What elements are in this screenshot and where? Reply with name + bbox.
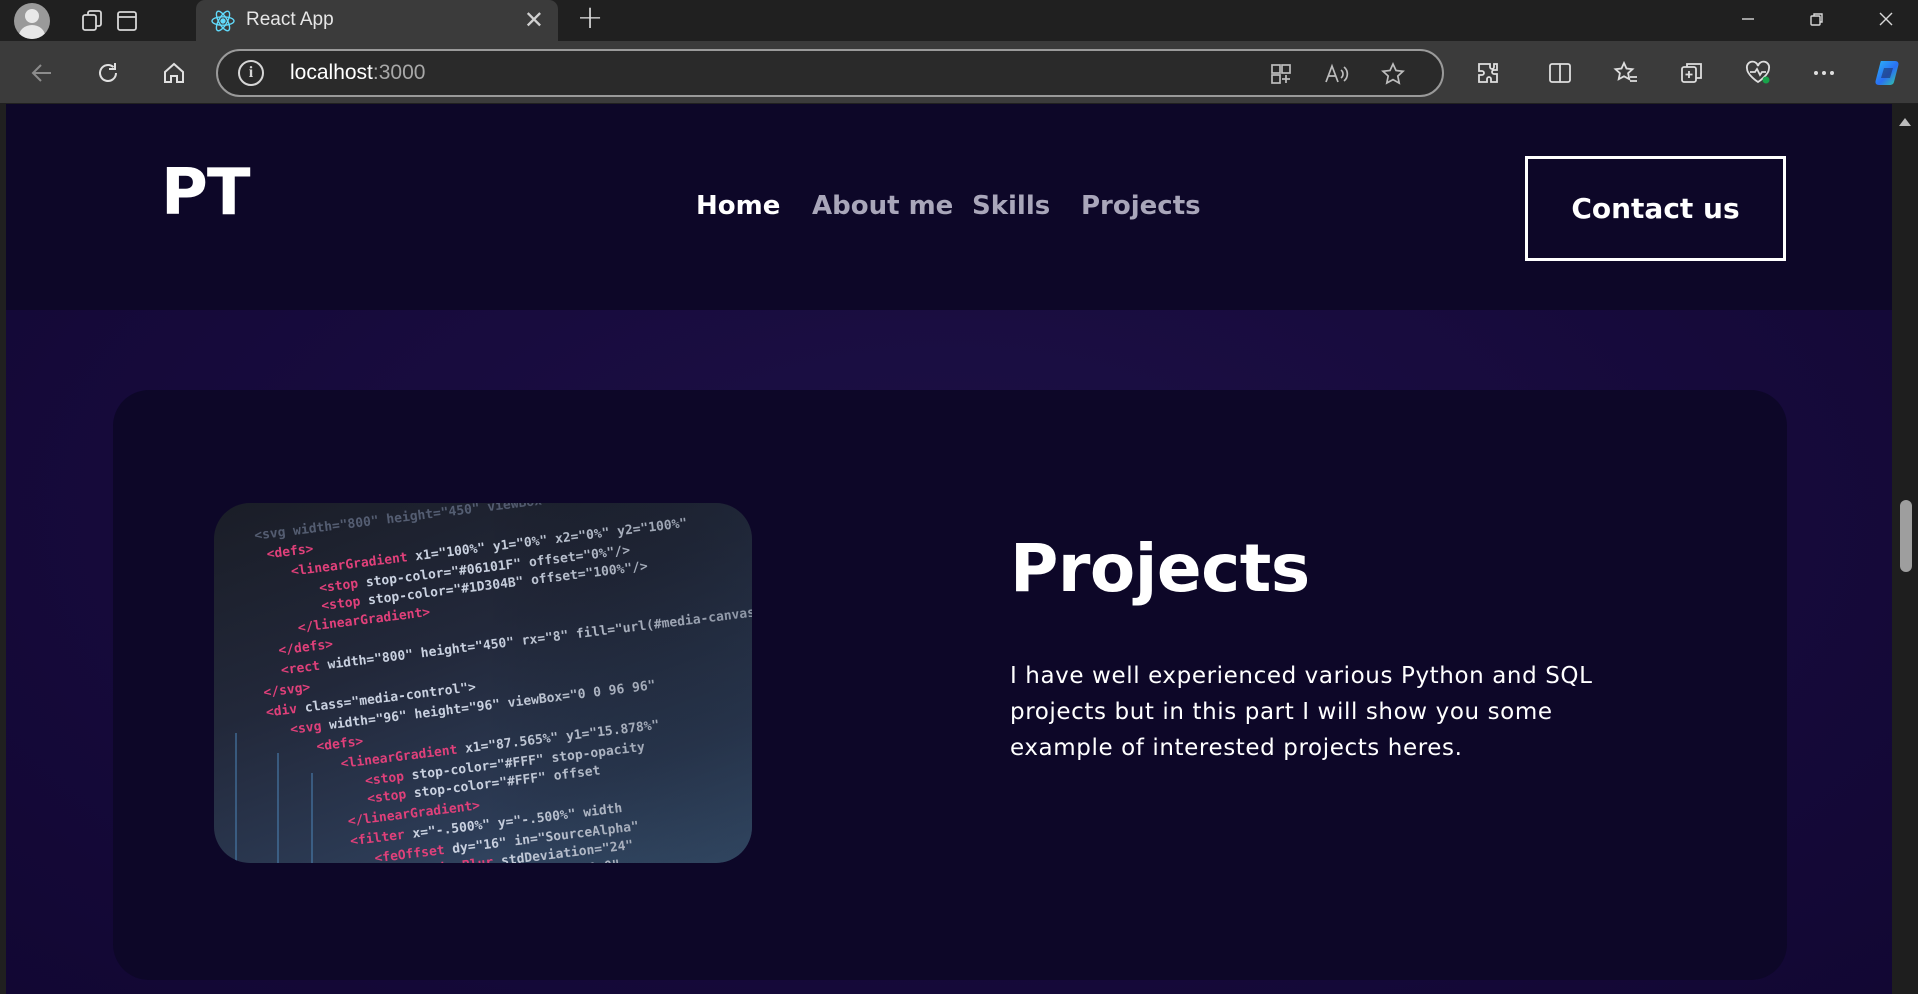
app-available-icon[interactable] [1266, 59, 1296, 89]
react-logo-icon [210, 8, 236, 34]
home-icon[interactable] [154, 53, 194, 93]
projects-description: I have well experienced various Python a… [1010, 663, 1593, 761]
url-text: localhost:3000 [290, 61, 426, 84]
profile-avatar-icon[interactable] [14, 3, 50, 39]
new-tab-button[interactable]: + [572, 0, 608, 36]
nav-link-about-me[interactable]: About me [812, 191, 953, 221]
close-tab-icon[interactable]: ✕ [524, 6, 544, 34]
favorite-star-icon[interactable] [1378, 59, 1408, 89]
page-viewport: PT Home About me Skills Projects Contact… [6, 104, 1892, 994]
browser-essentials-icon[interactable] [1740, 55, 1776, 91]
address-bar[interactable]: i localhost:3000 [216, 49, 1444, 97]
nav-link-skills[interactable]: Skills [972, 191, 1050, 221]
browser-tab-bar: React App ✕ + [0, 0, 1918, 41]
more-options-icon[interactable] [1806, 55, 1842, 91]
projects-title: Projects [1010, 530, 1310, 607]
favorites-icon[interactable] [1608, 55, 1644, 91]
copilot-icon[interactable] [1870, 55, 1906, 91]
extensions-icon[interactable] [1470, 55, 1506, 91]
contact-us-button[interactable]: Contact us [1525, 156, 1786, 261]
refresh-icon[interactable] [88, 53, 128, 93]
nav-link-home[interactable]: Home [696, 191, 780, 221]
minimize-window-icon[interactable] [1728, 2, 1768, 36]
site-navbar: PT Home About me Skills Projects Contact… [6, 104, 1892, 310]
browser-toolbar: i localhost:3000 [0, 41, 1918, 103]
collections-icon[interactable] [1674, 55, 1710, 91]
nav-link-projects[interactable]: Projects [1081, 191, 1201, 221]
restore-window-icon[interactable] [1797, 2, 1837, 36]
split-screen-icon[interactable] [1542, 55, 1578, 91]
site-logo[interactable]: PT [161, 156, 251, 230]
read-aloud-icon[interactable] [1322, 59, 1352, 89]
site-info-icon[interactable]: i [238, 60, 264, 86]
vertical-tabs-icon[interactable] [110, 4, 144, 38]
code-screenshot-image: <svg width="800" height="450" viewBox="0… [214, 503, 752, 863]
projects-card: <svg width="800" height="450" viewBox="0… [113, 390, 1787, 980]
page-scrollbar[interactable] [1892, 104, 1918, 994]
tab-title: React App [246, 9, 334, 30]
scrollbar-thumb[interactable] [1900, 500, 1912, 572]
back-arrow-icon[interactable] [22, 53, 62, 93]
scroll-up-arrow-icon[interactable] [1899, 118, 1911, 126]
workspaces-icon[interactable] [76, 4, 110, 38]
tab-react-app[interactable]: React App ✕ [196, 0, 558, 41]
close-window-icon[interactable] [1866, 2, 1906, 36]
